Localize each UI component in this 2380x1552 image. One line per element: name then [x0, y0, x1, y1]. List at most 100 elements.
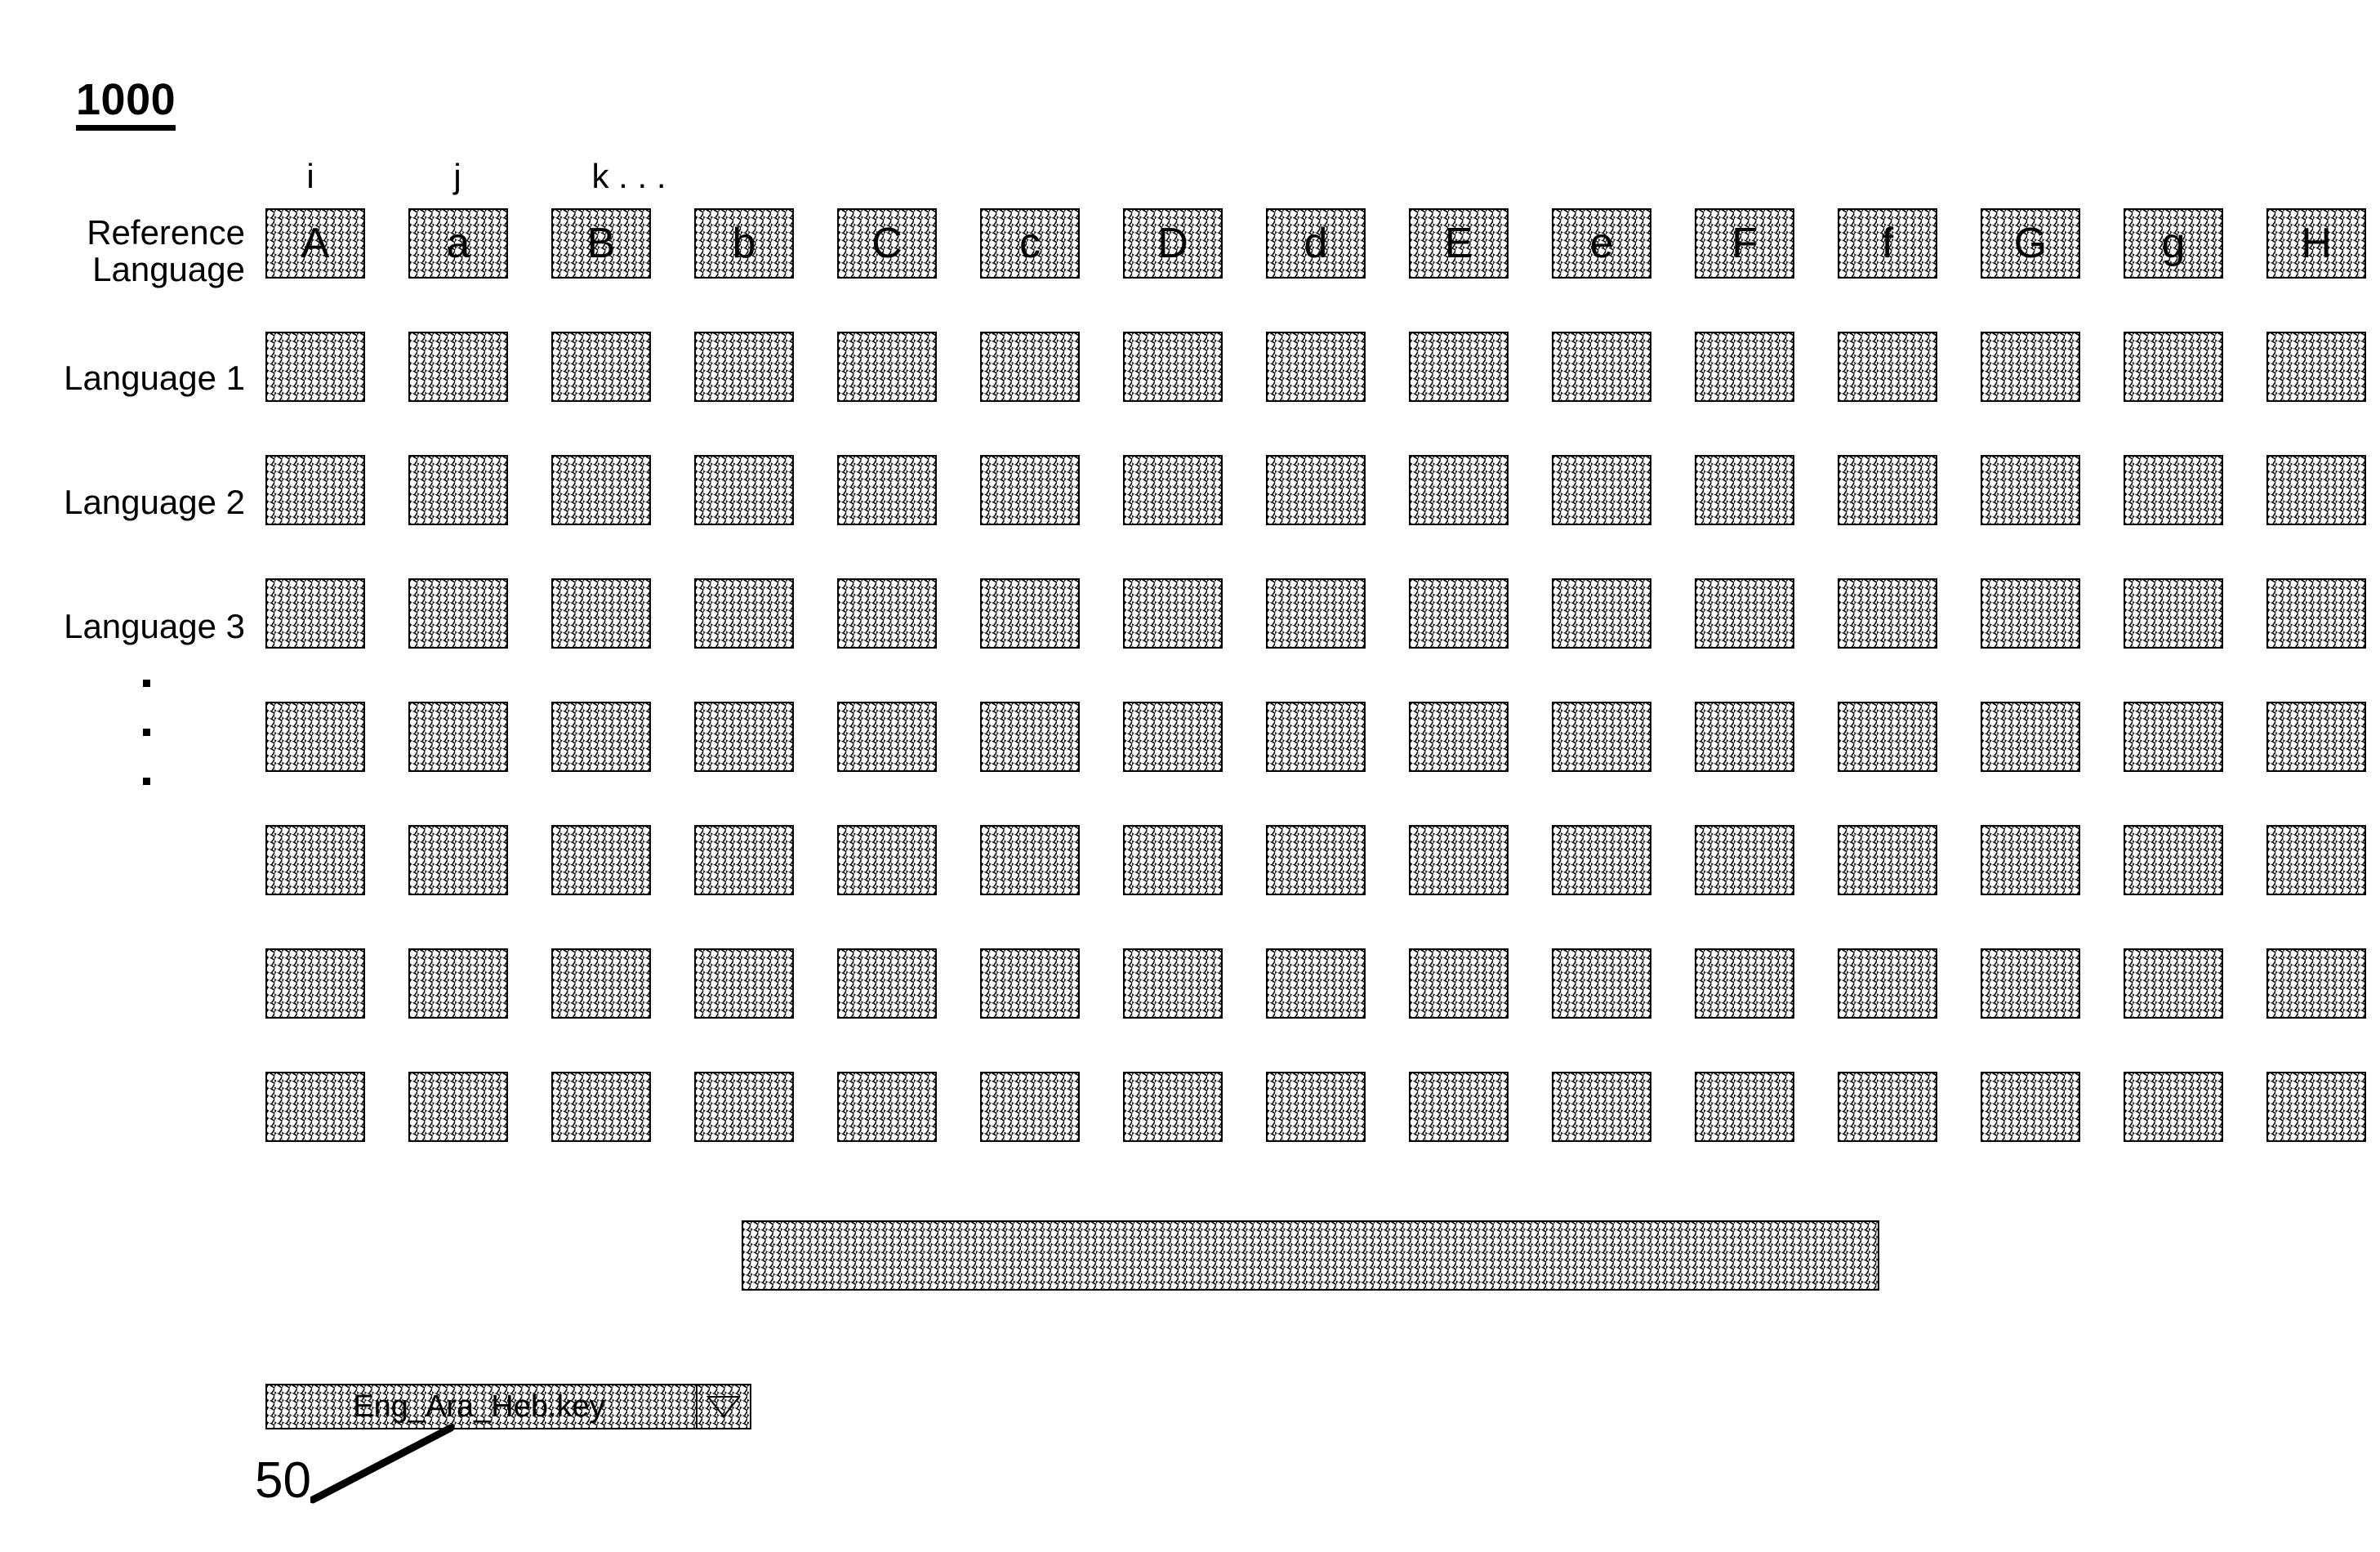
language-cell[interactable]: [1695, 455, 1794, 525]
language-cell[interactable]: [980, 332, 1080, 402]
language-cell[interactable]: [2124, 578, 2223, 649]
language-cell[interactable]: [837, 455, 937, 525]
language-cell[interactable]: [1838, 455, 1937, 525]
language-cell[interactable]: [1266, 455, 1366, 525]
language-cell[interactable]: [1123, 702, 1223, 772]
language-cell[interactable]: [1409, 702, 1509, 772]
language-cell[interactable]: [694, 455, 794, 525]
language-cell[interactable]: [1123, 578, 1223, 649]
language-cell[interactable]: [2124, 455, 2223, 525]
language-cell[interactable]: [265, 332, 365, 402]
language-cell[interactable]: [2124, 948, 2223, 1019]
language-cell[interactable]: [837, 1072, 937, 1142]
language-cell[interactable]: [1266, 332, 1366, 402]
language-cell[interactable]: [694, 332, 794, 402]
key-file-dropdown[interactable]: Eng_Ara_Heb.key: [265, 1384, 751, 1429]
language-cell[interactable]: [1123, 455, 1223, 525]
reference-cell[interactable]: C: [837, 208, 937, 279]
reference-cell[interactable]: d: [1266, 208, 1366, 279]
language-cell[interactable]: [1981, 825, 2080, 895]
language-cell[interactable]: [265, 455, 365, 525]
reference-cell[interactable]: B: [551, 208, 651, 279]
language-cell[interactable]: [2266, 702, 2366, 772]
language-cell[interactable]: [551, 578, 651, 649]
language-cell[interactable]: [694, 825, 794, 895]
language-cell[interactable]: [694, 578, 794, 649]
language-cell[interactable]: [837, 578, 937, 649]
language-cell[interactable]: [1409, 825, 1509, 895]
language-cell[interactable]: [1409, 455, 1509, 525]
wide-status-bar[interactable]: [742, 1220, 1879, 1291]
language-cell[interactable]: [265, 825, 365, 895]
language-cell[interactable]: [1838, 948, 1937, 1019]
language-cell[interactable]: [2266, 332, 2366, 402]
language-cell[interactable]: [2124, 702, 2223, 772]
language-cell[interactable]: [1981, 1072, 2080, 1142]
language-cell[interactable]: [837, 825, 937, 895]
language-cell[interactable]: [1552, 455, 1651, 525]
language-cell[interactable]: [2266, 578, 2366, 649]
language-cell[interactable]: [408, 948, 508, 1019]
language-cell[interactable]: [551, 702, 651, 772]
language-cell[interactable]: [1981, 332, 2080, 402]
language-cell[interactable]: [1838, 578, 1937, 649]
language-cell[interactable]: [1695, 948, 1794, 1019]
language-cell[interactable]: [980, 1072, 1080, 1142]
language-cell[interactable]: [551, 332, 651, 402]
language-cell[interactable]: [408, 332, 508, 402]
language-cell[interactable]: [265, 578, 365, 649]
language-cell[interactable]: [1409, 332, 1509, 402]
language-cell[interactable]: [1266, 1072, 1366, 1142]
language-cell[interactable]: [980, 825, 1080, 895]
language-cell[interactable]: [1695, 702, 1794, 772]
language-cell[interactable]: [1266, 702, 1366, 772]
language-cell[interactable]: [1838, 702, 1937, 772]
language-cell[interactable]: [1981, 948, 2080, 1019]
language-cell[interactable]: [837, 332, 937, 402]
chevron-down-icon[interactable]: [696, 1385, 750, 1428]
language-cell[interactable]: [1695, 825, 1794, 895]
reference-cell[interactable]: F: [1695, 208, 1794, 279]
language-cell[interactable]: [1981, 578, 2080, 649]
language-cell[interactable]: [1409, 578, 1509, 649]
language-cell[interactable]: [1552, 825, 1651, 895]
language-cell[interactable]: [265, 1072, 365, 1142]
language-cell[interactable]: [1266, 825, 1366, 895]
language-cell[interactable]: [408, 578, 508, 649]
language-cell[interactable]: [1266, 578, 1366, 649]
reference-cell[interactable]: G: [1981, 208, 2080, 279]
reference-cell[interactable]: f: [1838, 208, 1937, 279]
language-cell[interactable]: [1552, 948, 1651, 1019]
language-cell[interactable]: [1552, 1072, 1651, 1142]
language-cell[interactable]: [1981, 455, 2080, 525]
language-cell[interactable]: [694, 702, 794, 772]
reference-cell[interactable]: b: [694, 208, 794, 279]
language-cell[interactable]: [1838, 825, 1937, 895]
language-cell[interactable]: [408, 1072, 508, 1142]
language-cell[interactable]: [694, 1072, 794, 1142]
language-cell[interactable]: [1266, 948, 1366, 1019]
language-cell[interactable]: [1123, 948, 1223, 1019]
language-cell[interactable]: [694, 948, 794, 1019]
language-cell[interactable]: [551, 455, 651, 525]
language-cell[interactable]: [1123, 1072, 1223, 1142]
language-cell[interactable]: [2266, 948, 2366, 1019]
reference-cell[interactable]: e: [1552, 208, 1651, 279]
language-cell[interactable]: [837, 702, 937, 772]
language-cell[interactable]: [408, 455, 508, 525]
language-cell[interactable]: [408, 702, 508, 772]
reference-cell[interactable]: g: [2124, 208, 2223, 279]
language-cell[interactable]: [1123, 332, 1223, 402]
language-cell[interactable]: [2266, 1072, 2366, 1142]
language-cell[interactable]: [1695, 1072, 1794, 1142]
language-cell[interactable]: [837, 948, 937, 1019]
language-cell[interactable]: [1409, 1072, 1509, 1142]
language-cell[interactable]: [1838, 332, 1937, 402]
language-cell[interactable]: [1409, 948, 1509, 1019]
reference-cell[interactable]: c: [980, 208, 1080, 279]
language-cell[interactable]: [1838, 1072, 1937, 1142]
language-cell[interactable]: [551, 825, 651, 895]
language-cell[interactable]: [1552, 702, 1651, 772]
language-cell[interactable]: [2124, 1072, 2223, 1142]
reference-cell[interactable]: a: [408, 208, 508, 279]
